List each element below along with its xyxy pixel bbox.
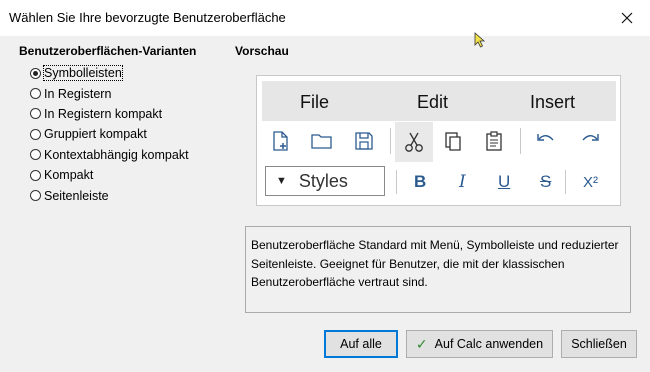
italic-icon: I [459,172,466,192]
cut-icon [395,122,433,162]
variant-label: Seitenleiste [44,188,109,203]
variant-label: Kontextabhängig kompakt [44,147,189,162]
radio-button[interactable] [30,67,41,79]
open-folder-icon [307,126,337,156]
radio-button[interactable] [30,169,41,181]
paste-icon [479,126,509,156]
preview-panel: File Edit Insert ▼ Styles B I U S X² [256,75,621,206]
toolbar-separator [520,128,521,154]
variant-label: In Registern [44,86,112,101]
radio-button[interactable] [30,128,41,140]
close-label: Schließen [571,337,627,351]
toolbar-separator [390,128,391,154]
variants-heading: Benutzeroberflächen-Varianten [19,44,197,58]
close-icon [621,12,633,24]
close-window-button[interactable] [604,0,650,36]
redo-icon [575,126,605,156]
variant-option-kompakt[interactable]: Kompakt [30,165,230,185]
undo-icon [531,126,561,156]
variant-option-in-registern-kompakt[interactable]: In Registern kompakt [30,104,230,124]
dropdown-arrow-icon: ▼ [276,175,287,187]
variant-radio-group: Symbolleisten In Registern In Registern … [30,63,230,206]
variant-label: Kompakt [44,168,94,183]
close-button[interactable]: Schließen [561,330,637,358]
toolbar-separator [396,170,397,194]
styles-label: Styles [298,170,348,191]
variant-label: Gruppiert kompakt [44,127,147,142]
preview-menu-file: File [300,92,330,112]
radio-button[interactable] [30,108,41,120]
variant-label: Symbolleisten [43,65,123,82]
radio-button[interactable] [30,149,41,161]
save-icon [349,126,379,156]
preview-menu-insert: Insert [530,92,576,112]
apply-all-label: Auf alle [340,337,382,351]
superscript-icon: X² [583,174,598,191]
checkmark-icon: ✓ [415,335,428,352]
copy-icon [438,126,468,156]
preview-styles-dropdown: ▼ Styles [265,166,385,196]
preview-menu-edit: Edit [417,92,449,112]
underline-icon: U [498,172,511,191]
variant-label: In Registern kompakt [44,106,163,121]
preview-menubar: File Edit Insert [262,81,616,121]
title-bar: Wählen Sie Ihre bevorzugte Benutzeroberf… [0,0,650,36]
variant-option-kontextabhaengig-kompakt[interactable]: Kontextabhängig kompakt [30,145,230,165]
variant-option-symbolleisten[interactable]: Symbolleisten [30,63,230,83]
bold-icon: B [414,172,427,191]
window-title: Wählen Sie Ihre bevorzugte Benutzeroberf… [9,10,286,25]
new-document-icon [265,126,295,156]
apply-calc-label: Auf Calc anwenden [434,337,544,351]
apply-calc-button[interactable]: ✓ Auf Calc anwenden [406,330,553,358]
preview-heading: Vorschau [235,44,289,58]
mouse-cursor-icon [474,32,486,48]
variant-option-gruppiert-kompakt[interactable]: Gruppiert kompakt [30,124,230,144]
apply-all-button[interactable]: Auf alle [324,330,398,358]
radio-button[interactable] [30,190,41,202]
toolbar-separator [565,170,566,194]
radio-button[interactable] [30,88,41,100]
strikethrough-icon: S [540,172,552,191]
variant-option-in-registern[interactable]: In Registern [30,83,230,103]
variant-option-seitenleiste[interactable]: Seitenleiste [30,185,230,205]
variant-description: Benutzeroberfläche Standard mit Menü, Sy… [245,226,631,313]
